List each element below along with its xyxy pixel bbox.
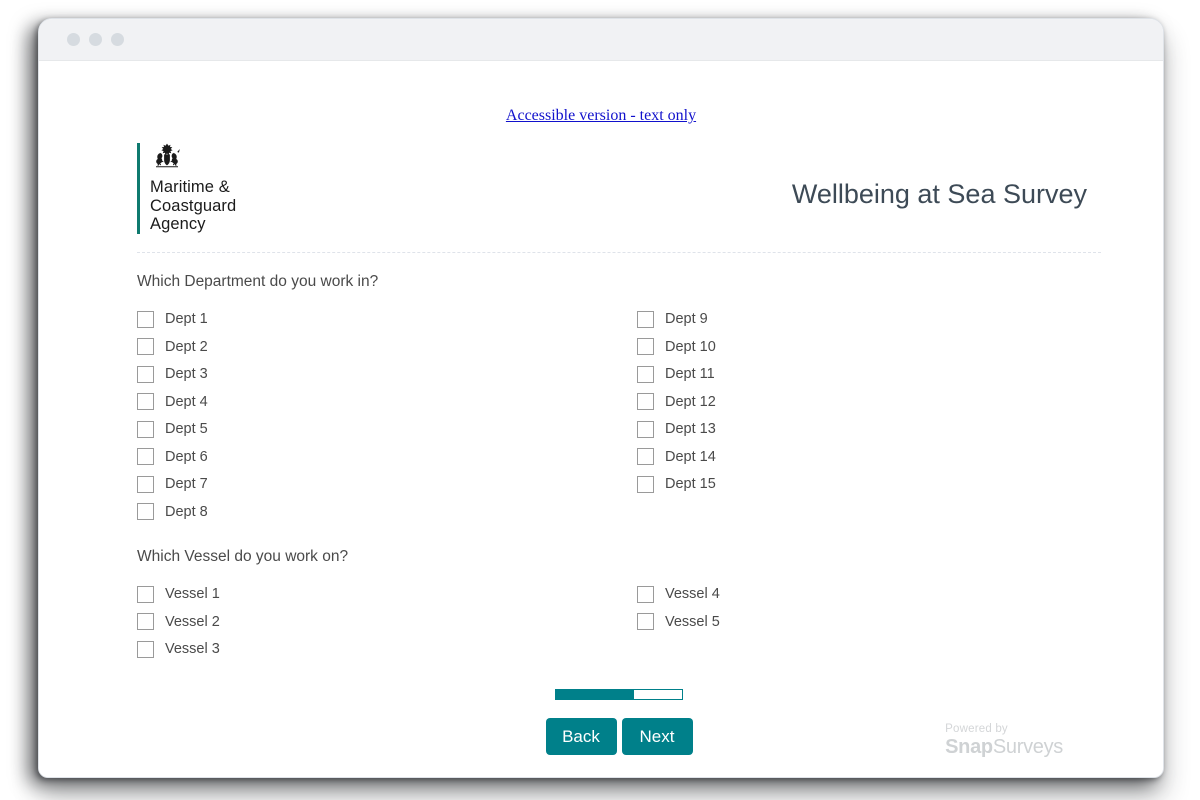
option-label: Dept 3 — [165, 366, 208, 383]
checkbox-icon[interactable] — [137, 338, 154, 356]
option-label: Dept 2 — [165, 338, 208, 355]
powered-by-label: Powered by — [945, 723, 1008, 735]
option-dept-15[interactable]: Dept 15 — [637, 471, 1101, 499]
checkbox-icon[interactable] — [637, 475, 654, 493]
options-column-left: Vessel 1 Vessel 2 Vessel 3 — [137, 581, 637, 664]
option-dept-11[interactable]: Dept 11 — [637, 361, 1101, 389]
option-dept-12[interactable]: Dept 12 — [637, 388, 1101, 416]
option-label: Dept 10 — [665, 338, 716, 355]
option-dept-10[interactable]: Dept 10 — [637, 333, 1101, 361]
option-dept-1[interactable]: Dept 1 — [137, 306, 637, 334]
checkbox-icon[interactable] — [137, 475, 154, 493]
accessible-link-row: Accessible version - text only — [39, 61, 1163, 125]
checkbox-icon[interactable] — [637, 420, 654, 438]
checkbox-icon[interactable] — [637, 448, 654, 466]
checkbox-icon[interactable] — [137, 393, 154, 411]
browser-titlebar — [39, 19, 1163, 61]
snap-surveys-branding: Powered by SnapSurveys — [945, 723, 1063, 759]
option-label: Vessel 2 — [165, 613, 220, 630]
checkbox-icon[interactable] — [637, 393, 654, 411]
options-column-left: Dept 1 Dept 2 Dept 3 Dept 4 Dept 5 Dept … — [137, 306, 637, 526]
option-label: Dept 9 — [665, 311, 708, 328]
option-vessel-5[interactable]: Vessel 5 — [637, 608, 1101, 636]
checkbox-icon[interactable] — [637, 613, 654, 631]
option-label: Dept 8 — [165, 503, 208, 520]
options-column-right: Vessel 4 Vessel 5 — [637, 581, 1101, 664]
option-label: Dept 11 — [665, 366, 715, 383]
option-dept-9[interactable]: Dept 9 — [637, 306, 1101, 334]
logo-line-3: Agency — [150, 215, 206, 233]
progress-bar-fill — [556, 690, 635, 699]
option-dept-13[interactable]: Dept 13 — [637, 416, 1101, 444]
survey-header: Maritime & Coastguard Agency Wellbeing a… — [137, 143, 1101, 253]
maximize-dot[interactable] — [111, 33, 124, 46]
option-label: Dept 5 — [165, 421, 208, 438]
checkbox-icon[interactable] — [137, 310, 154, 328]
checkbox-icon[interactable] — [637, 310, 654, 328]
close-dot[interactable] — [67, 33, 80, 46]
page-title: Wellbeing at Sea Survey — [791, 179, 1087, 209]
next-button[interactable]: Next — [621, 718, 693, 755]
option-dept-8[interactable]: Dept 8 — [137, 498, 637, 526]
mca-logo: Maritime & Coastguard Agency — [137, 143, 236, 234]
checkbox-icon[interactable] — [637, 365, 654, 383]
option-vessel-2[interactable]: Vessel 2 — [137, 608, 637, 636]
surveys-word: Surveys — [992, 736, 1063, 758]
accessible-version-link[interactable]: Accessible version - text only — [506, 107, 696, 124]
option-label: Dept 1 — [165, 311, 208, 328]
option-label: Vessel 1 — [165, 586, 220, 603]
question-text-department: Which Department do you work in? — [137, 272, 379, 290]
question-block-department: Which Department do you work in? Dept 1 … — [137, 273, 1101, 526]
option-label: Dept 15 — [665, 476, 716, 493]
option-label: Dept 12 — [665, 393, 716, 410]
option-label: Dept 6 — [165, 448, 208, 465]
back-button[interactable]: Back — [545, 718, 617, 755]
option-label: Vessel 4 — [665, 586, 720, 603]
checkbox-icon[interactable] — [137, 585, 154, 603]
option-label: Dept 14 — [665, 448, 716, 465]
logo-line-1: Maritime & — [150, 178, 230, 196]
survey-footer: Back Next Powered by SnapSurveys — [137, 689, 1101, 758]
options-grid-department: Dept 1 Dept 2 Dept 3 Dept 4 Dept 5 Dept … — [137, 306, 1101, 526]
progress-bar — [555, 689, 683, 700]
browser-window: Accessible version - text only Maritime … — [38, 18, 1164, 778]
option-dept-3[interactable]: Dept 3 — [137, 361, 637, 389]
options-grid-vessel: Vessel 1 Vessel 2 Vessel 3 Vessel 4 Vess… — [137, 581, 1101, 664]
option-vessel-4[interactable]: Vessel 4 — [637, 581, 1101, 609]
options-column-right: Dept 9 Dept 10 Dept 11 Dept 12 Dept 13 D… — [637, 306, 1101, 526]
option-label: Dept 7 — [165, 476, 208, 493]
checkbox-icon[interactable] — [637, 338, 654, 356]
checkbox-icon[interactable] — [137, 613, 154, 631]
option-label: Vessel 3 — [165, 641, 220, 658]
snap-word: Snap — [945, 736, 993, 758]
checkbox-icon[interactable] — [637, 585, 654, 603]
option-dept-4[interactable]: Dept 4 — [137, 388, 637, 416]
questions-container: Which Department do you work in? Dept 1 … — [137, 253, 1101, 758]
option-label: Dept 4 — [165, 393, 208, 410]
option-dept-2[interactable]: Dept 2 — [137, 333, 637, 361]
survey-page: Accessible version - text only Maritime … — [39, 61, 1163, 777]
logo-text: Maritime & Coastguard Agency — [150, 178, 236, 234]
option-dept-6[interactable]: Dept 6 — [137, 443, 637, 471]
option-label: Dept 13 — [665, 421, 716, 438]
logo-accent-bar — [137, 143, 140, 234]
checkbox-icon[interactable] — [137, 640, 154, 658]
option-label: Vessel 5 — [665, 613, 720, 630]
question-text-vessel: Which Vessel do you work on? — [137, 547, 349, 565]
minimize-dot[interactable] — [89, 33, 102, 46]
question-block-vessel: Which Vessel do you work on? Vessel 1 Ve… — [137, 548, 1101, 664]
option-dept-14[interactable]: Dept 14 — [637, 443, 1101, 471]
checkbox-icon[interactable] — [137, 448, 154, 466]
checkbox-icon[interactable] — [137, 503, 154, 521]
snap-surveys-logo: SnapSurveys — [945, 736, 1063, 759]
logo-line-2: Coastguard — [150, 196, 237, 215]
checkbox-icon[interactable] — [137, 365, 154, 383]
option-dept-7[interactable]: Dept 7 — [137, 471, 637, 499]
option-dept-5[interactable]: Dept 5 — [137, 416, 637, 444]
option-vessel-3[interactable]: Vessel 3 — [137, 636, 637, 664]
option-vessel-1[interactable]: Vessel 1 — [137, 581, 637, 609]
logo-body: Maritime & Coastguard Agency — [150, 143, 236, 234]
checkbox-icon[interactable] — [137, 420, 154, 438]
royal-coat-of-arms-icon — [150, 143, 236, 173]
